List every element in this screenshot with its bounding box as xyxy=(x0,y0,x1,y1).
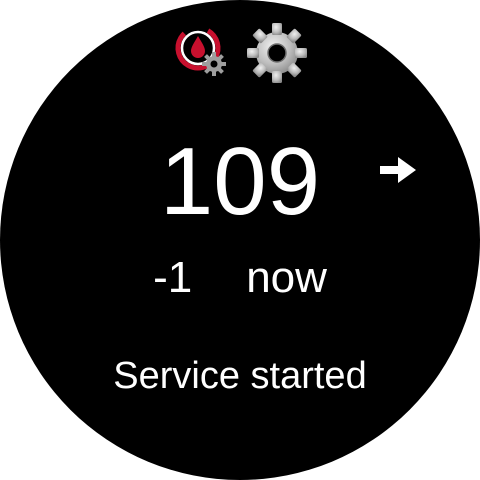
delta-row: -1 now xyxy=(0,252,480,304)
gear-icon[interactable] xyxy=(246,22,308,84)
blood-drop-gear-icon[interactable] xyxy=(170,20,234,84)
reading-time: now xyxy=(246,253,327,302)
reading-delta: -1 xyxy=(153,253,193,302)
watch-face: 109 -1 now Service started xyxy=(0,0,480,480)
glucose-reading-value: 109 xyxy=(159,128,321,235)
status-message: Service started xyxy=(113,355,367,397)
top-icon-bar xyxy=(0,20,480,84)
arrow-right-icon xyxy=(376,150,420,190)
